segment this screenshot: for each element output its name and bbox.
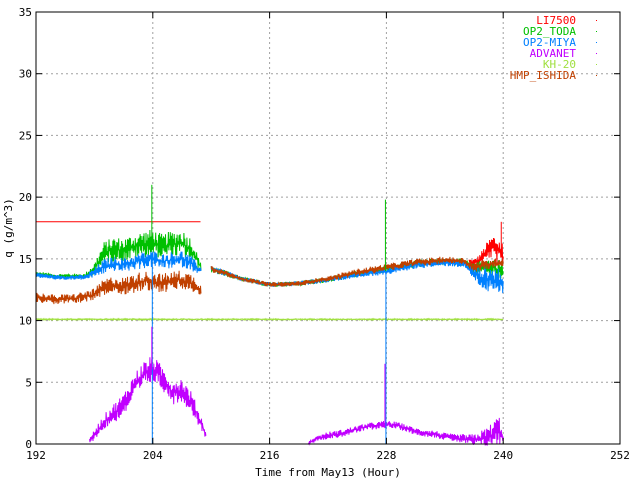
legend-swatch <box>596 75 597 76</box>
y-tick-label: 20 <box>19 191 32 204</box>
y-tick-label: 5 <box>25 376 32 389</box>
legend-swatch <box>596 20 597 21</box>
y-tick-label: 25 <box>19 129 32 142</box>
legend-swatch <box>596 42 597 43</box>
y-tick-label: 35 <box>19 6 32 19</box>
legend-swatch <box>596 31 597 32</box>
legend-label: HMP_ISHIDA <box>510 69 577 82</box>
x-tick-label: 204 <box>143 449 163 462</box>
y-tick-label: 30 <box>19 68 32 81</box>
y-tick-label: 15 <box>19 253 32 266</box>
chart: 192 204 216 228 240 25205101520253035 Time fr… <box>0 0 640 480</box>
y-tick-label: 10 <box>19 315 32 328</box>
legend-swatch <box>596 53 597 54</box>
x-tick-label: 216 <box>260 449 280 462</box>
x-axis-title: Time from May13 (Hour) <box>255 466 401 479</box>
y-axis-title: q (g/m^3) <box>2 198 15 258</box>
y-tick-label: 0 <box>25 438 32 451</box>
x-tick-label: 228 <box>376 449 396 462</box>
legend-swatch <box>596 64 597 65</box>
x-tick-label: 252 <box>610 449 630 462</box>
x-tick-label: 240 <box>493 449 513 462</box>
